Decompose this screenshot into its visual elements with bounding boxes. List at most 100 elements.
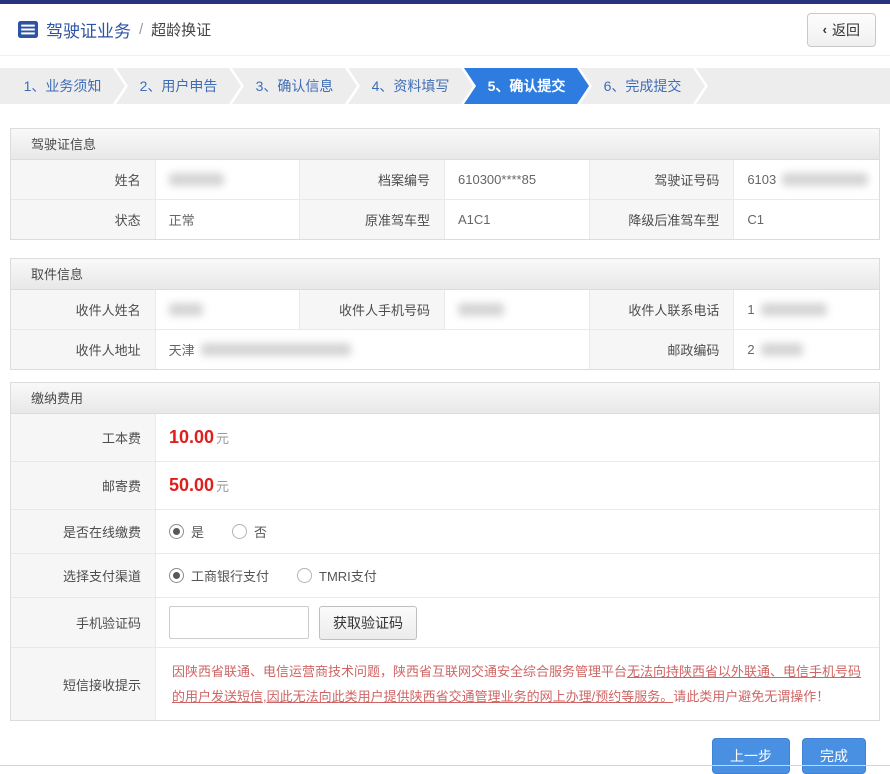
work-fee-label: 工本费: [11, 414, 156, 461]
back-button-label: 返回: [832, 21, 860, 38]
step-label: 1、业务须知: [23, 78, 102, 94]
radio-selected-icon[interactable]: [169, 524, 184, 539]
redacted-value: [782, 173, 869, 186]
name-label: 姓名: [11, 160, 156, 199]
sms-notice-text: 因陕西省联通、电信运营商技术问题，陕西省互联网交通安全综合服务管理平台无法向持陕…: [172, 659, 863, 709]
postcode-prefix: 2: [747, 342, 755, 357]
captcha-input[interactable]: [169, 606, 309, 639]
license-no-prefix: 6103: [747, 172, 777, 187]
breadcrumb-current: 超龄换证: [151, 22, 212, 39]
pickup-info-section: 取件信息 收件人姓名 收件人手机号码 收件人联系电话 1 收件人地址 天津 邮政…: [10, 258, 880, 370]
step-label: 5、确认提交: [487, 78, 566, 94]
table-row: 姓名 档案编号 610300****85 驾驶证号码 6103: [11, 160, 879, 200]
sms-notice-part1: 因陕西省联通、电信运营商技术问题，陕西省互联网交通安全综合服务管理平台: [172, 664, 628, 679]
redacted-value: [168, 173, 224, 186]
breadcrumb-separator: /: [139, 21, 144, 38]
back-button[interactable]: ‹ 返回: [806, 12, 876, 47]
footer-actions: 上一步 完成: [0, 721, 890, 774]
get-captcha-button[interactable]: 获取验证码: [319, 605, 417, 640]
step-label: 2、用户申告: [139, 78, 218, 94]
page-header: 驾驶证业务 / 超龄换证 ‹ 返回: [0, 4, 890, 56]
sms-notice-part3: 请此类用户避免无谓操作！: [673, 689, 830, 704]
step-2-user-declaration[interactable]: 2、用户申告: [116, 68, 241, 104]
license-no-value: 6103: [734, 160, 879, 199]
step-label: 6、完成提交: [603, 78, 682, 94]
radio-online-yes-label: 是: [191, 525, 205, 540]
table-row: 状态 正常 原准驾车型 A1C1 降级后准驾车型 C1: [11, 200, 879, 239]
radio-selected-icon[interactable]: [169, 568, 184, 583]
table-row: 工本费 10.00 元: [11, 414, 879, 462]
table-row: 收件人姓名 收件人手机号码 收件人联系电话 1: [11, 290, 879, 330]
orig-class-value: A1C1: [445, 200, 590, 239]
online-pay-label: 是否在线缴费: [11, 510, 156, 553]
work-fee-unit: 元: [216, 431, 230, 446]
address-label: 收件人地址: [11, 330, 156, 369]
redacted-value: [200, 343, 351, 356]
license-section-title: 驾驶证信息: [11, 129, 879, 160]
steps-filler: [696, 68, 890, 104]
step-5-confirm-submit-active[interactable]: 5、确认提交: [464, 68, 589, 104]
radio-online-no-label: 否: [254, 525, 268, 540]
radio-channel-tmri-label: TMRI支付: [319, 569, 377, 584]
chevron-left-icon: ‹: [822, 22, 827, 37]
step-3-confirm-info[interactable]: 3、确认信息: [232, 68, 357, 104]
radio-online-no[interactable]: 否: [232, 522, 267, 541]
step-4-fill-data[interactable]: 4、资料填写: [348, 68, 473, 104]
postage-fee-value: 50.00 元: [156, 462, 879, 509]
postcode-label: 邮政编码: [589, 330, 735, 369]
table-row: 收件人地址 天津 邮政编码 2: [11, 330, 879, 369]
step-1-business-notes[interactable]: 1、业务须知: [0, 68, 125, 104]
sms-notice-label: 短信接收提示: [11, 648, 156, 720]
online-pay-options: 是 否: [156, 510, 879, 553]
work-fee-value: 10.00 元: [156, 414, 879, 461]
address-value: 天津: [155, 330, 590, 369]
table-row: 短信接收提示 因陕西省联通、电信运营商技术问题，陕西省互联网交通安全综合服务管理…: [11, 648, 879, 720]
step-label: 4、资料填写: [371, 78, 450, 94]
radio-unselected-icon[interactable]: [297, 568, 313, 583]
downgrade-class-value: C1: [734, 200, 879, 239]
table-row: 选择支付渠道 工商银行支付 TMRI支付: [11, 554, 879, 598]
sms-notice-value: 因陕西省联通、电信运营商技术问题，陕西省互联网交通安全综合服务管理平台无法向持陕…: [156, 648, 879, 720]
breadcrumb: 驾驶证业务 / 超龄换证: [18, 17, 211, 42]
step-6-complete-submit[interactable]: 6、完成提交: [580, 68, 705, 104]
radio-online-yes[interactable]: 是: [169, 522, 204, 541]
redacted-value: [168, 303, 203, 316]
downgrade-class-label: 降级后准驾车型: [589, 200, 735, 239]
page-title: 驾驶证业务: [46, 22, 131, 41]
license-no-label: 驾驶证号码: [589, 160, 735, 199]
file-no-value: 610300****85: [445, 160, 590, 199]
list-icon: [18, 21, 38, 38]
radio-channel-tmri[interactable]: TMRI支付: [297, 566, 377, 585]
postcode-value: 2: [734, 330, 879, 369]
address-prefix: 天津: [168, 343, 195, 358]
pay-channel-options: 工商银行支付 TMRI支付: [156, 554, 879, 597]
table-row: 是否在线缴费 是 否: [11, 510, 879, 554]
license-info-section: 驾驶证信息 姓名 档案编号 610300****85 驾驶证号码 6103 状态…: [10, 128, 880, 240]
step-label: 3、确认信息: [255, 78, 334, 94]
recipient-name-value: [155, 290, 301, 329]
payment-section: 缴纳费用 工本费 10.00 元 邮寄费 50.00 元 是否在线缴费 是 否 …: [10, 382, 880, 721]
orig-class-label: 原准驾车型: [300, 200, 445, 239]
recipient-phone-label: 收件人联系电话: [589, 290, 735, 329]
radio-unselected-icon[interactable]: [232, 524, 248, 539]
progress-steps: 1、业务须知 2、用户申告 3、确认信息 4、资料填写 5、确认提交 6、完成提…: [0, 68, 890, 104]
name-value: [155, 160, 301, 199]
captcha-label: 手机验证码: [11, 598, 156, 647]
radio-channel-icbc-label: 工商银行支付: [191, 569, 270, 584]
pickup-section-title: 取件信息: [11, 259, 879, 290]
recipient-phone-value: 1: [734, 290, 879, 329]
redacted-value: [760, 343, 803, 356]
payment-section-title: 缴纳费用: [11, 383, 879, 414]
recipient-name-label: 收件人姓名: [11, 290, 156, 329]
recipient-mobile-label: 收件人手机号码: [300, 290, 445, 329]
work-fee-amount: 10.00: [169, 427, 215, 447]
file-no-label: 档案编号: [300, 160, 445, 199]
page-bottom-divider: [0, 765, 890, 766]
redacted-value: [760, 303, 827, 316]
table-row: 邮寄费 50.00 元: [11, 462, 879, 510]
status-label: 状态: [11, 200, 156, 239]
recipient-mobile-value: [445, 290, 590, 329]
postage-fee-label: 邮寄费: [11, 462, 156, 509]
radio-channel-icbc[interactable]: 工商银行支付: [169, 566, 269, 585]
table-row: 手机验证码 获取验证码: [11, 598, 879, 648]
